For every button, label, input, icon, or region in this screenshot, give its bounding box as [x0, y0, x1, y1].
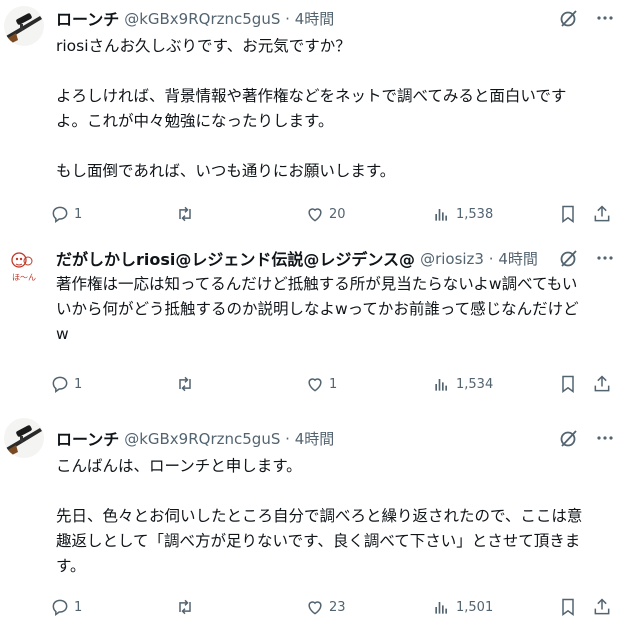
views-icon	[435, 209, 447, 221]
heart-icon	[308, 208, 322, 222]
action-bar: 1 1 1,534	[50, 370, 620, 398]
reply-count: 1	[74, 599, 83, 615]
share-icon	[594, 375, 610, 392]
retweet-button[interactable]	[175, 204, 199, 224]
rifle-scope-avatar-icon	[4, 6, 44, 46]
handle[interactable]: @kGBx9RQrznc5guS · 4時間	[124, 428, 334, 449]
like-count: 1	[329, 376, 338, 392]
views-icon	[435, 379, 447, 391]
like-button[interactable]: 1	[305, 374, 337, 394]
reply-count: 1	[74, 376, 83, 392]
grok-icon[interactable]	[558, 7, 580, 29]
handle[interactable]: @riosiz3 · 4時間	[420, 248, 538, 269]
reply-icon	[52, 206, 68, 223]
bookmark-icon	[562, 205, 574, 223]
like-count: 23	[329, 599, 346, 615]
retweet-icon	[179, 206, 191, 222]
handle-text: @kGBx9RQrznc5guS	[124, 429, 281, 448]
heart-icon	[308, 601, 322, 615]
tweet-header: だがしかしriosi@レジェンド伝説@レジデンス@ @riosiz3 · 4時間	[56, 246, 616, 270]
reply-button[interactable]: 1	[50, 374, 82, 394]
tweet[interactable]: ほ〜ん だがしかしriosi@レジェンド伝説@レジデンス@ @riosiz3 ·…	[0, 240, 628, 412]
avatar[interactable]	[4, 418, 44, 458]
reply-button[interactable]: 1	[50, 204, 82, 224]
tweet-text: 著作権は一応は知ってるんだけど抵触する所が見当たらないよw調べてもい いから何が…	[56, 275, 579, 343]
more-icon[interactable]	[594, 7, 616, 29]
action-bar: 1 23 1,501	[50, 593, 620, 621]
avatar-caption: ほ〜ん	[12, 273, 36, 282]
avatar[interactable]	[4, 6, 44, 46]
like-button[interactable]: 23	[305, 597, 346, 617]
tweet[interactable]: ローンチ @kGBx9RQrznc5guS · 4時間 こんばんは、ローンチと申…	[0, 412, 628, 628]
reply-icon	[52, 376, 68, 393]
handle-text: @riosiz3	[420, 249, 484, 268]
retweet-button[interactable]	[175, 374, 199, 394]
reply-count: 1	[74, 206, 83, 222]
reply-icon	[52, 599, 68, 616]
display-name[interactable]: だがしかしriosi@レジェンド伝説@レジデンス@	[56, 246, 415, 270]
share-button[interactable]	[592, 204, 612, 224]
views-button[interactable]: 1,501	[432, 597, 493, 617]
rifle-scope-avatar-icon	[4, 418, 44, 458]
handle[interactable]: @kGBx9RQrznc5guS · 4時間	[124, 8, 334, 29]
timestamp[interactable]: 4時間	[295, 430, 335, 448]
display-name[interactable]: ローンチ	[56, 6, 119, 30]
separator: ·	[488, 249, 494, 268]
like-button[interactable]: 20	[305, 204, 346, 224]
share-icon	[594, 205, 610, 222]
bookmark-icon	[562, 598, 574, 616]
timestamp[interactable]: 4時間	[498, 250, 538, 268]
timestamp[interactable]: 4時間	[295, 10, 335, 28]
views-button[interactable]: 1,538	[432, 204, 493, 224]
avatar[interactable]: ほ〜ん	[4, 246, 44, 286]
bookmark-button[interactable]	[558, 374, 578, 394]
tweet-text: こんばんは、ローンチと申します。 先日、色々とお伺いしたところ自分で調べろと繰り…	[56, 457, 583, 575]
action-bar: 1 20 1,538	[50, 200, 620, 228]
bookmark-icon	[562, 375, 574, 393]
bookmark-button[interactable]	[558, 204, 578, 224]
like-count: 20	[329, 206, 346, 222]
views-count: 1,534	[456, 376, 494, 392]
display-name[interactable]: ローンチ	[56, 426, 119, 450]
retweet-icon	[179, 599, 191, 615]
tweet-header: ローンチ @kGBx9RQrznc5guS · 4時間	[56, 6, 616, 30]
retweet-icon	[179, 376, 191, 392]
reply-button[interactable]: 1	[50, 597, 82, 617]
views-count: 1,538	[456, 206, 494, 222]
tweet-header: ローンチ @kGBx9RQrznc5guS · 4時間	[56, 426, 616, 450]
grok-icon[interactable]	[558, 247, 580, 269]
views-button[interactable]: 1,534	[432, 374, 493, 394]
share-icon	[594, 598, 610, 615]
bookmark-button[interactable]	[558, 597, 578, 617]
separator: ·	[285, 9, 290, 28]
more-icon[interactable]	[594, 427, 616, 449]
handle-text: @kGBx9RQrznc5guS	[124, 9, 281, 28]
heart-icon	[308, 378, 322, 392]
grok-icon[interactable]	[558, 427, 580, 449]
tweet-text: riosiさんお久しぶりです、お元気ですか？ よろしければ、背景情報や著作権など…	[56, 37, 567, 180]
retweet-button[interactable]	[175, 597, 199, 617]
share-button[interactable]	[592, 374, 612, 394]
share-button[interactable]	[592, 597, 612, 617]
sketch-character-avatar-icon: ほ〜ん	[4, 246, 44, 286]
separator: ·	[285, 429, 290, 448]
more-icon[interactable]	[594, 247, 616, 269]
views-icon	[435, 602, 447, 614]
views-count: 1,501	[456, 599, 494, 615]
tweet[interactable]: ローンチ @kGBx9RQrznc5guS · 4時間 riosiさんお久しぶり…	[0, 0, 628, 240]
